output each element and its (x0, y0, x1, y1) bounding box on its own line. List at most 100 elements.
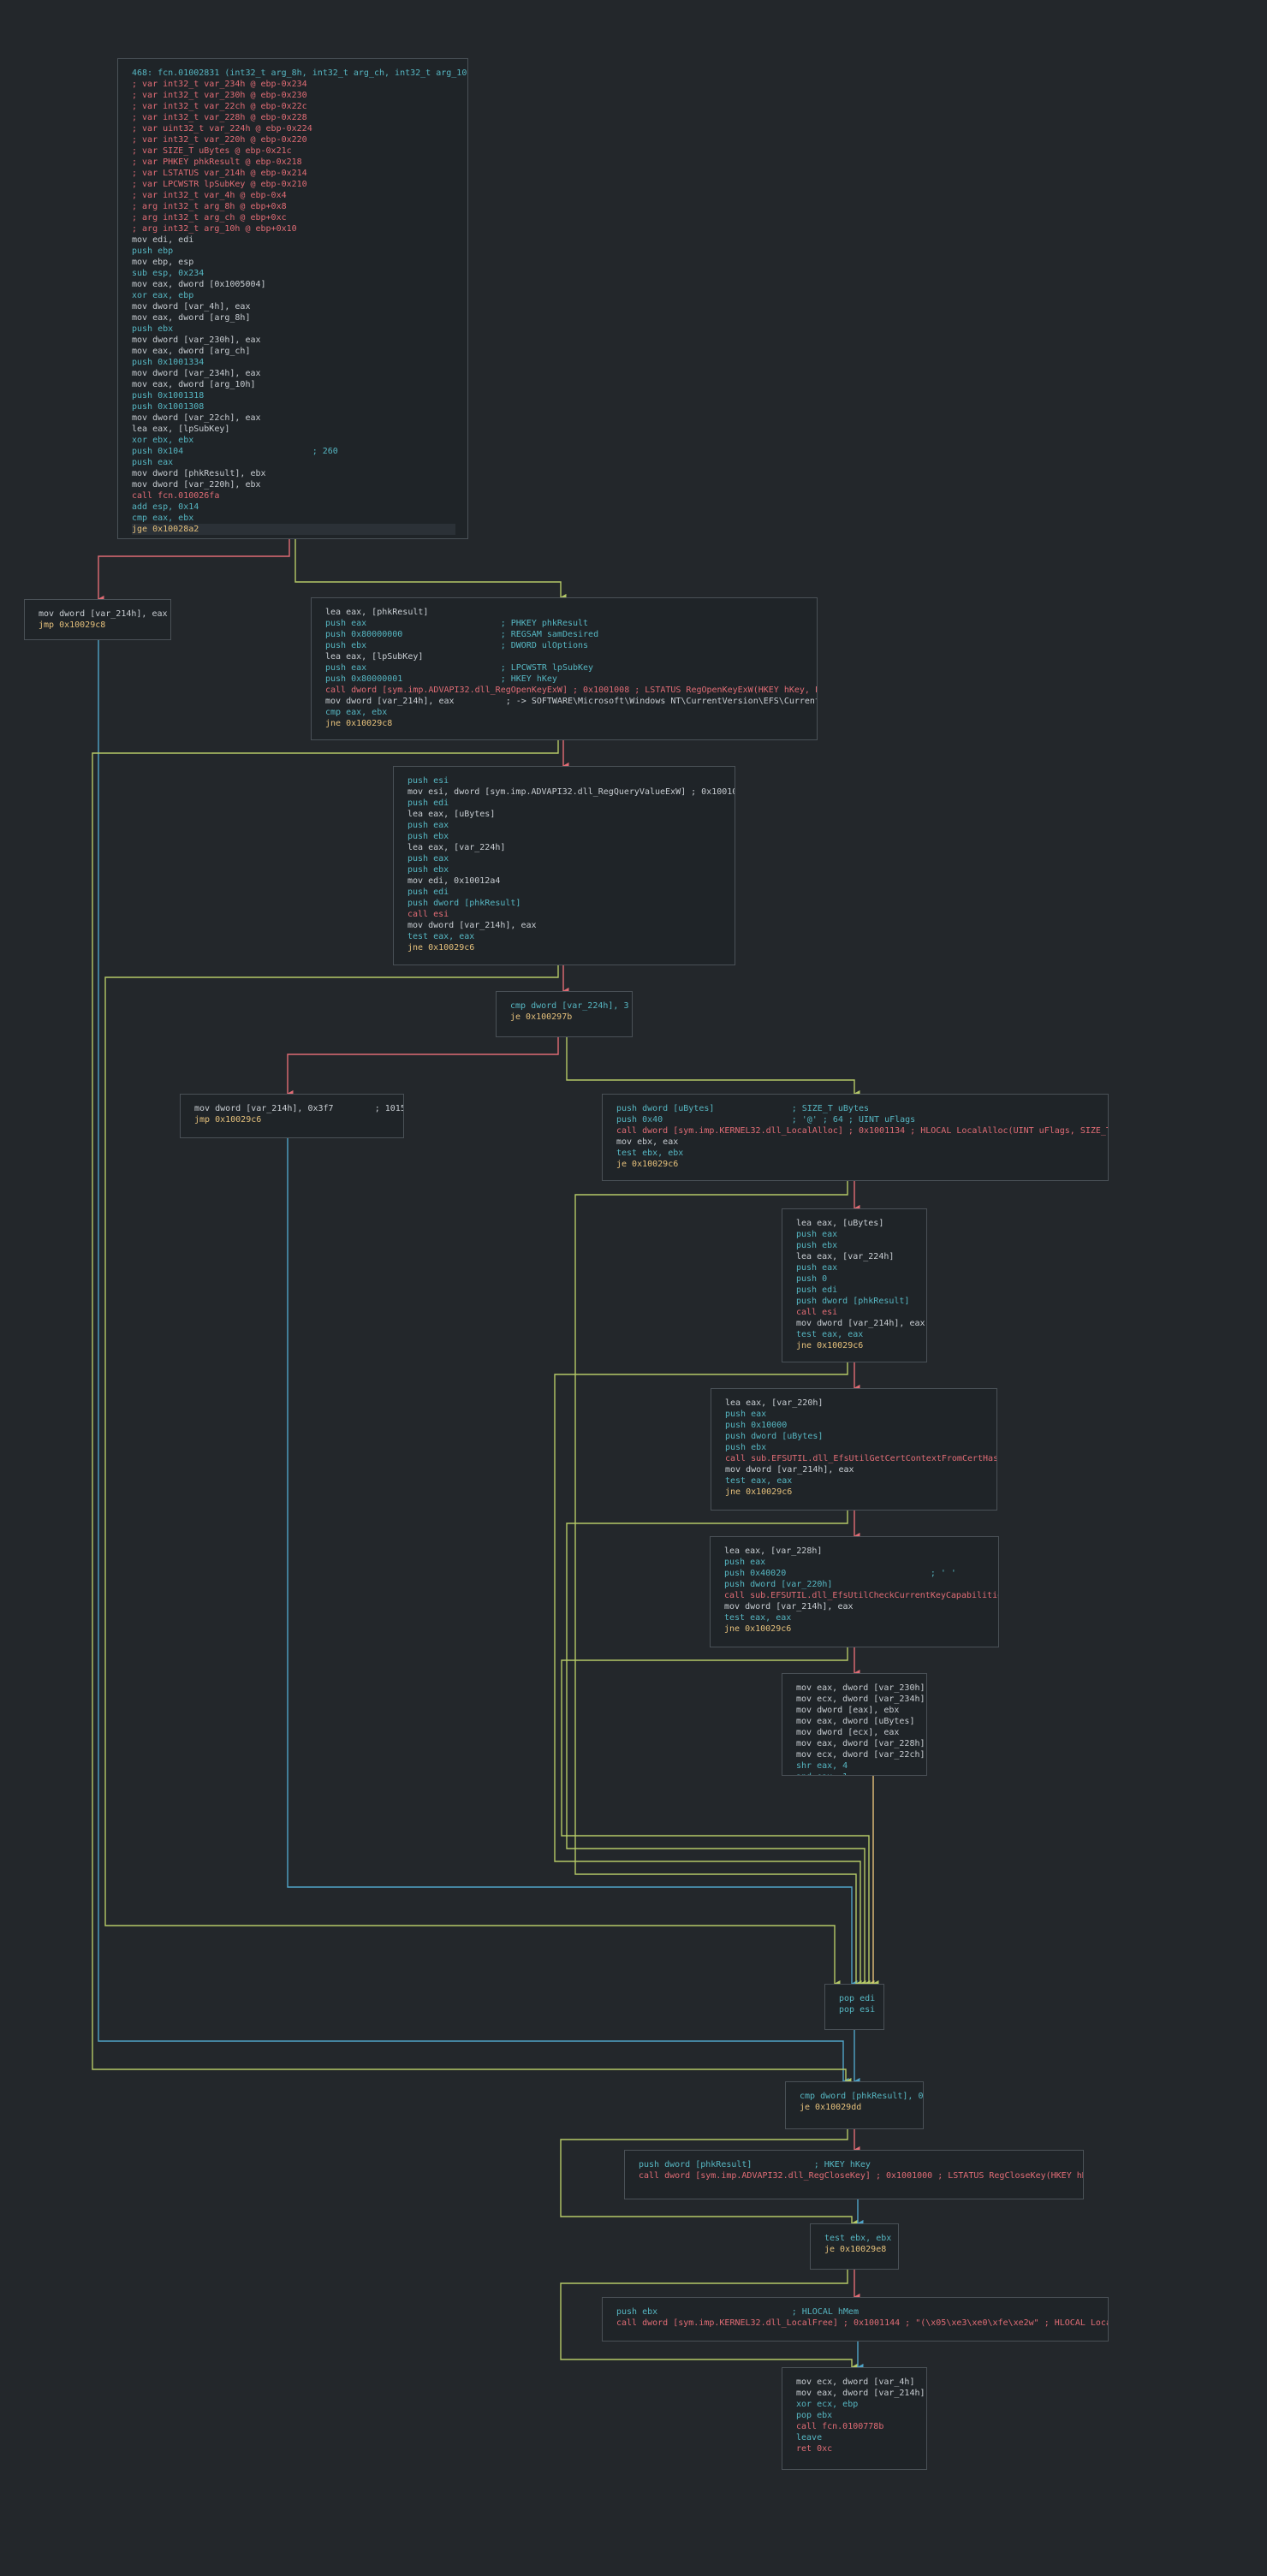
asm-line[interactable]: push dword [phkResult] (407, 898, 723, 909)
block-check-type[interactable]: cmp dword [var_224h], 3 je 0x100297b (496, 991, 633, 1037)
asm-line[interactable]: lea eax, [uBytes] (407, 809, 723, 820)
asm-line[interactable]: call dword [sym.imp.KERNEL32.dll_LocalAl… (616, 1125, 1108, 1137)
asm-line[interactable]: push eax (796, 1262, 914, 1273)
asm-line[interactable]: ; arg int32_t arg_ch @ ebp+0xc (132, 212, 455, 223)
asm-line[interactable]: mov esi, dword [sym.imp.ADVAPI32.dll_Reg… (407, 786, 735, 798)
asm-line[interactable]: push edi (407, 887, 723, 898)
asm-line[interactable]: push dword [var_220h] (724, 1579, 986, 1590)
asm-line[interactable]: lea eax, [var_224h] (796, 1251, 914, 1262)
asm-line[interactable]: ; var int32_t var_228h @ ebp-0x228 (132, 112, 455, 123)
asm-line[interactable]: ; var int32_t var_220h @ ebp-0x220 (132, 134, 455, 145)
block-local-free[interactable]: push ebx ; HLOCAL hMem call dword [sym.im… (602, 2297, 1109, 2342)
asm-line[interactable]: ; var PHKEY phkResult @ ebp-0x218 (132, 157, 455, 168)
block-reg-query-value[interactable]: push esi mov esi, dword [sym.imp.ADVAPI32… (393, 766, 735, 965)
asm-line[interactable]: call sub.EFSUTIL.dll_EfsUtilCheckCurrent… (724, 1590, 998, 1601)
asm-line[interactable]: mov ecx, dword [var_234h] (796, 1694, 925, 1705)
block-reg-close-key[interactable]: push dword [phkResult] ; HKEY hKey call d… (624, 2150, 1084, 2199)
block-check-hkey[interactable]: cmp dword [phkResult], 0 je 0x10029dd (785, 2081, 924, 2129)
asm-line[interactable]: push eax (407, 853, 723, 864)
block-reg-query-value-2[interactable]: lea eax, [uBytes] push eax push ebx lea eax… (782, 1208, 927, 1362)
asm-line[interactable]: mov edi, edi (132, 234, 455, 246)
asm-line[interactable]: 468: fcn.01002831 (int32_t arg_8h, int32… (132, 68, 467, 79)
asm-line[interactable]: pop esi (839, 2004, 875, 2015)
asm-line[interactable]: mov eax, dword [arg_ch] (132, 346, 455, 357)
asm-line[interactable]: ; var int32_t var_4h @ ebp-0x4 (132, 190, 455, 201)
asm-line[interactable]: push 0x1001318 (132, 390, 455, 401)
asm-line[interactable]: mov dword [var_214h], eax (407, 920, 723, 931)
asm-line[interactable]: cmp eax, ebx (132, 513, 455, 524)
asm-line[interactable]: push eax ; LPCWSTR lpSubKey (325, 662, 805, 674)
asm-line[interactable]: mov dword [var_214h], eax (724, 1601, 986, 1612)
asm-line[interactable]: push eax ; PHKEY phkResult (325, 618, 805, 629)
asm-line[interactable]: lea eax, [phkResult] (325, 607, 805, 618)
asm-line[interactable]: call fcn.010026fa (132, 490, 455, 502)
asm-line[interactable]: ; var uint32_t var_224h @ ebp-0x224 (132, 123, 455, 134)
asm-line[interactable]: add esp, 0x14 (132, 502, 455, 513)
asm-line[interactable]: mov ebx, eax (616, 1137, 1096, 1148)
asm-line[interactable]: pop ebx (796, 2410, 914, 2421)
asm-line[interactable]: push 0x40 ; '@' ; 64 ; UINT uFlags (616, 1114, 1096, 1125)
asm-line[interactable]: cmp dword [phkResult], 0 (800, 2091, 923, 2102)
asm-line[interactable]: push ebx (796, 1240, 914, 1251)
asm-line[interactable]: test eax, eax (725, 1475, 984, 1487)
asm-line[interactable]: push eax (796, 1229, 914, 1240)
asm-line[interactable]: test ebx, ebx (616, 1148, 1096, 1159)
asm-line[interactable]: ; arg int32_t arg_10h @ ebp+0x10 (132, 223, 455, 234)
asm-line[interactable]: ; var int32_t var_22ch @ ebp-0x22c (132, 101, 455, 112)
asm-line[interactable]: push eax (132, 457, 455, 468)
asm-line[interactable]: push 0 (796, 1273, 914, 1285)
asm-line[interactable]: mov edi, 0x10012a4 (407, 875, 723, 887)
asm-line[interactable]: and eax, 1 (796, 1772, 914, 1775)
asm-line[interactable]: jne 0x10029c6 (796, 1340, 914, 1351)
asm-line[interactable]: push ebx ; DWORD ulOptions (325, 640, 805, 651)
block-pop-registers[interactable]: pop edi pop esi (824, 1984, 884, 2030)
asm-line[interactable]: mov ebp, esp (132, 257, 455, 268)
asm-line[interactable]: mov dword [var_230h], eax (132, 335, 455, 346)
asm-line[interactable]: push 0x80000001 ; HKEY hKey (325, 674, 805, 685)
asm-line[interactable]: mov dword [var_214h], eax (725, 1464, 984, 1475)
asm-line[interactable]: jmp 0x10029c6 (194, 1114, 391, 1125)
asm-line[interactable]: ; var LPCWSTR lpSubKey @ ebp-0x210 (132, 179, 455, 190)
asm-line[interactable]: cmp eax, ebx (325, 707, 805, 718)
block-reg-open-key[interactable]: lea eax, [phkResult] push eax ; PHKEY phk… (311, 597, 818, 740)
asm-line[interactable]: push dword [uBytes] ; SIZE_T uBytes (616, 1103, 1096, 1114)
asm-line[interactable]: ; var SIZE_T uBytes @ ebp-0x21c (132, 145, 455, 157)
asm-line[interactable]: lea eax, [var_224h] (407, 842, 723, 853)
asm-line[interactable]: push 0x104 ; 260 (132, 446, 455, 457)
asm-line[interactable]: test eax, eax (407, 931, 723, 942)
asm-line[interactable]: push 0x1001308 (132, 401, 455, 413)
asm-line[interactable]: jne 0x10029c6 (724, 1623, 986, 1635)
asm-line[interactable]: push eax (407, 820, 723, 831)
asm-line[interactable]: je 0x10029c6 (616, 1159, 1096, 1170)
asm-line[interactable]: xor ebx, ebx (132, 435, 455, 446)
asm-line[interactable]: mov eax, dword [uBytes] (796, 1716, 914, 1727)
asm-line[interactable]: mov dword [ecx], eax (796, 1727, 914, 1738)
asm-line[interactable]: mov eax, dword [0x1005004] (132, 279, 455, 290)
asm-line[interactable]: xor eax, ebp (132, 290, 455, 301)
asm-line[interactable]: push 0x10000 (725, 1420, 984, 1431)
asm-line[interactable]: mov dword [phkResult], ebx (132, 468, 455, 479)
asm-line[interactable]: push 0x80000000 ; REGSAM samDesired (325, 629, 805, 640)
asm-line[interactable]: jne 0x10029c6 (407, 942, 723, 953)
asm-line[interactable]: xor ecx, ebp (796, 2399, 914, 2410)
asm-line[interactable]: lea eax, [lpSubKey] (132, 424, 455, 435)
asm-line[interactable]: mov eax, dword [var_214h] (796, 2388, 925, 2399)
asm-line[interactable]: mov dword [var_214h], 0x3f7 ; 1015 (194, 1103, 403, 1114)
asm-line[interactable]: mov dword [var_22ch], eax (132, 413, 455, 424)
asm-line[interactable]: push edi (796, 1285, 914, 1296)
block-store-results[interactable]: mov eax, dword [var_230h] mov ecx, dword … (782, 1673, 927, 1776)
asm-line[interactable]: mov dword [var_234h], eax (132, 368, 455, 379)
asm-line[interactable]: call dword [sym.imp.KERNEL32.dll_LocalFr… (616, 2318, 1108, 2329)
asm-line[interactable]: je 0x10029e8 (824, 2244, 886, 2255)
asm-line[interactable]: push 0x40020 ; ' ' (724, 1568, 986, 1579)
block-epilogue[interactable]: mov ecx, dword [var_4h] mov eax, dword [v… (782, 2367, 927, 2470)
asm-line[interactable]: mov eax, dword [arg_10h] (132, 379, 455, 390)
asm-line[interactable]: push ebx (132, 323, 455, 335)
asm-line[interactable]: mov dword [var_214h], eax ; -> SOFTWARE\… (325, 696, 817, 707)
asm-line[interactable]: lea eax, [var_228h] (724, 1546, 986, 1557)
asm-line[interactable]: pop edi (839, 1993, 875, 2004)
asm-line[interactable]: mov ecx, dword [var_22ch] (796, 1749, 925, 1760)
asm-line[interactable]: push ebx (725, 1442, 984, 1453)
asm-line[interactable]: push edi (407, 798, 723, 809)
asm-line[interactable]: jmp 0x10029c8 (39, 620, 158, 631)
